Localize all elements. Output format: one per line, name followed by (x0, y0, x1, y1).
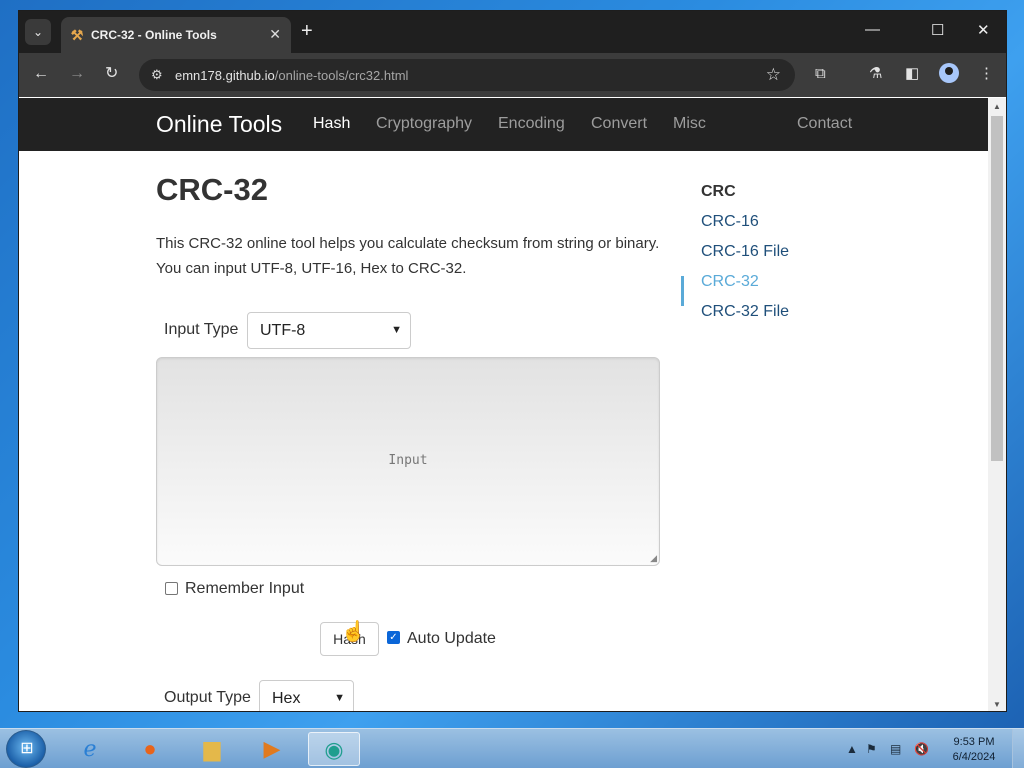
brand-link[interactable]: Online Tools (156, 111, 282, 138)
url-host: emn178.github.io (175, 68, 275, 83)
remember-input-label[interactable]: Remember Input (185, 580, 304, 598)
maximize-button[interactable]: ☐ (931, 21, 944, 39)
remember-input-checkbox[interactable] (165, 582, 178, 595)
input-placeholder: Input (388, 453, 428, 468)
sidebar-item-crc32[interactable]: CRC-32 (701, 273, 759, 291)
show-desktop-button[interactable] (1012, 729, 1024, 768)
hammer-icon: ⚒ (70, 27, 84, 43)
page-description: This CRC-32 online tool helps you calcul… (156, 235, 660, 277)
nav-misc[interactable]: Misc (673, 115, 706, 133)
sidebar-item-crc16-file[interactable]: CRC-16 File (701, 243, 789, 261)
profile-avatar[interactable] (939, 63, 959, 83)
input-textarea[interactable]: Input ◢ (156, 357, 660, 566)
auto-update-label[interactable]: Auto Update (407, 630, 496, 648)
output-type-select[interactable]: Hex ▼ (259, 680, 354, 711)
input-type-value: UTF-8 (260, 322, 306, 339)
nav-contact[interactable]: Contact (797, 115, 852, 133)
scroll-up-icon[interactable]: ▲ (993, 102, 1001, 111)
address-bar[interactable]: ⚙ emn178.github.io/online-tools/crc32.ht… (139, 59, 795, 91)
media-player-icon[interactable]: ▶ (246, 732, 298, 766)
windows-logo-icon: ⊞ (20, 740, 34, 757)
nav-encoding[interactable]: Encoding (498, 115, 565, 133)
start-button[interactable]: ⊞ (6, 730, 46, 768)
hand-cursor-icon: ☝ (341, 621, 366, 643)
tab-search-button[interactable]: ⌄ (25, 19, 51, 45)
input-type-label: Input Type (164, 321, 239, 338)
volume-muted-icon[interactable]: 🔇 (914, 742, 929, 756)
page-scrollbar[interactable]: ▲ ▼ (988, 98, 1006, 711)
page-viewport: Online Tools Hash Cryptography Encoding … (19, 98, 990, 711)
chevron-down-icon: ▼ (334, 692, 345, 704)
resize-grip-icon[interactable]: ◢ (650, 553, 657, 564)
sidebar-active-indicator (681, 276, 684, 306)
tab-close-icon[interactable]: ✕ (269, 26, 281, 43)
side-panel-icon[interactable]: ◧ (905, 65, 919, 83)
browser-window: ⌄ ⚒ CRC-32 - Online Tools ✕ + — ☐ ✕ ← → … (18, 10, 1007, 712)
url-path: /online-tools/crc32.html (274, 68, 409, 83)
sidebar-item-crc16[interactable]: CRC-16 (701, 213, 759, 231)
file-explorer-icon[interactable]: ▆ (186, 732, 238, 766)
labs-flask-icon[interactable]: ⚗ (869, 65, 882, 83)
taskbar: ⊞ ℯ ● ▆ ▶ ◉ ▲ ⚑ ▤ 🔇 9:53 PM 6/4/2024 (0, 728, 1024, 768)
back-button[interactable]: ← (33, 65, 49, 83)
sidebar-item-crc32-file[interactable]: CRC-32 File (701, 303, 789, 321)
url-text: emn178.github.io/online-tools/crc32.html (175, 68, 408, 83)
page-title: CRC-32 (156, 172, 268, 207)
active-app-icon[interactable]: ◉ (308, 732, 360, 766)
scrollbar-thumb[interactable] (991, 116, 1003, 461)
forward-button[interactable]: → (69, 65, 85, 83)
tray-expand-icon[interactable]: ▲ (846, 742, 858, 756)
nav-hash[interactable]: Hash (313, 115, 350, 133)
close-window-button[interactable]: ✕ (977, 21, 990, 39)
menu-kebab-icon[interactable]: ⋮ (979, 65, 994, 83)
tab-title: CRC-32 - Online Tools (91, 28, 217, 42)
internet-explorer-icon[interactable]: ℯ (64, 732, 116, 766)
site-navbar: Online Tools Hash Cryptography Encoding … (19, 98, 990, 151)
scroll-down-icon[interactable]: ▼ (993, 700, 1001, 709)
extensions-icon[interactable]: ⧉ (815, 65, 826, 83)
input-type-select[interactable]: UTF-8 ▼ (247, 312, 411, 349)
output-type-value: Hex (272, 690, 301, 707)
minimize-button[interactable]: — (865, 21, 880, 38)
chevron-down-icon: ▼ (391, 324, 402, 336)
system-clock[interactable]: 9:53 PM 6/4/2024 (944, 735, 1004, 765)
auto-update-checkbox[interactable]: ✓ (387, 631, 400, 644)
output-type-label: Output Type (164, 689, 251, 706)
browser-tab[interactable]: ⚒ CRC-32 - Online Tools ✕ (61, 17, 291, 53)
action-center-flag-icon[interactable]: ⚑ (866, 742, 877, 756)
bookmark-star-icon[interactable]: ☆ (766, 65, 781, 85)
nav-convert[interactable]: Convert (591, 115, 647, 133)
browser-toolbar: ← → ↻ ⚙ emn178.github.io/online-tools/cr… (19, 53, 1006, 97)
site-info-icon[interactable]: ⚙ (151, 67, 163, 83)
tab-strip: ⌄ ⚒ CRC-32 - Online Tools ✕ + — ☐ ✕ (19, 11, 1006, 53)
new-tab-button[interactable]: + (301, 21, 313, 41)
nav-cryptography[interactable]: Cryptography (376, 115, 472, 133)
firefox-icon[interactable]: ● (124, 732, 176, 766)
clock-date: 6/4/2024 (952, 751, 996, 763)
network-icon[interactable]: ▤ (890, 742, 901, 756)
clock-time: 9:53 PM (953, 736, 995, 748)
reload-button[interactable]: ↻ (105, 65, 118, 83)
sidebar-heading[interactable]: CRC (701, 183, 736, 201)
